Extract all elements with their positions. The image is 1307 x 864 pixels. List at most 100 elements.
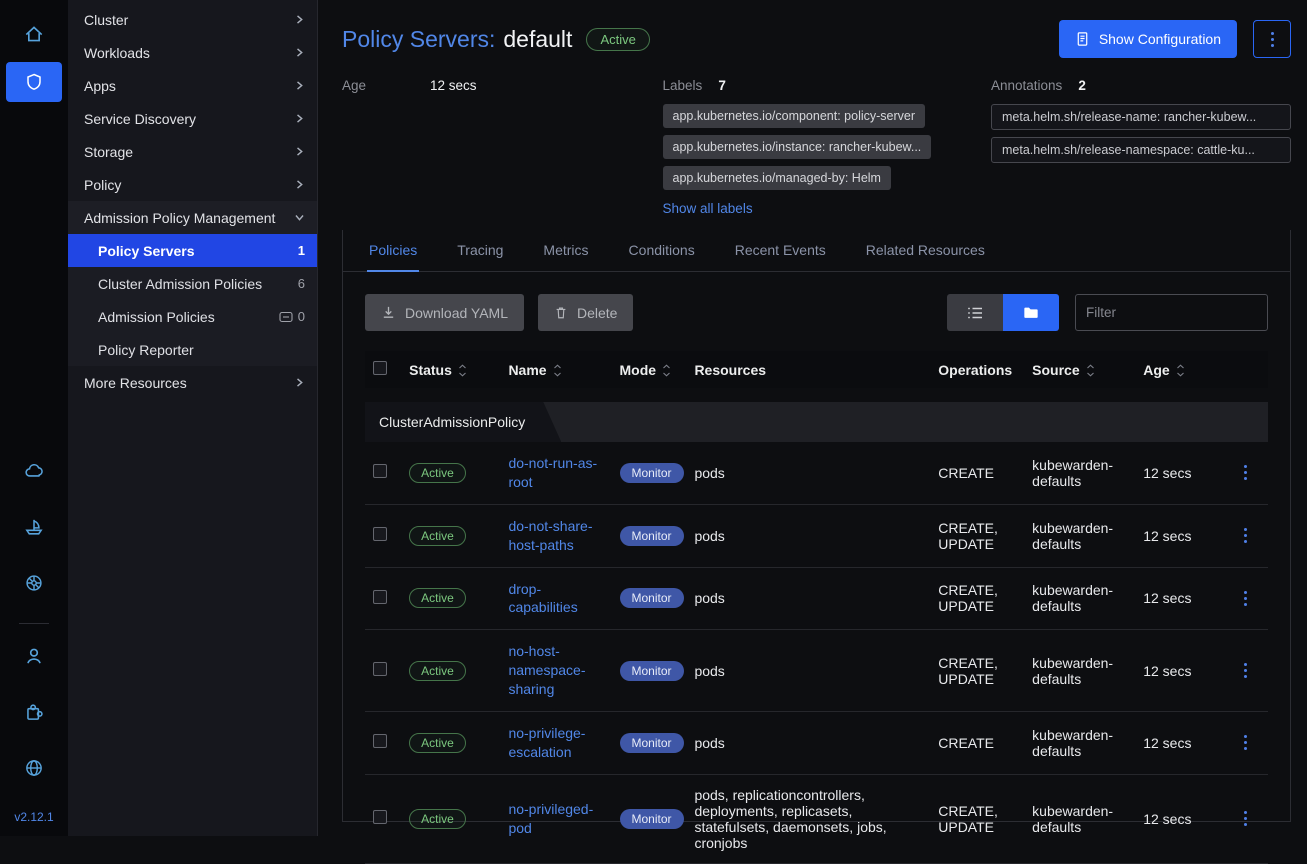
- policy-name-link[interactable]: no-host-namespace-sharing: [508, 643, 585, 697]
- sidebar-item-service-discovery[interactable]: Service Discovery: [68, 102, 317, 135]
- source-cell: kubewarden-defaults: [1024, 567, 1135, 630]
- show-all-labels-link[interactable]: Show all labels: [663, 201, 753, 216]
- sidebar-item-cluster-admission-policies[interactable]: Cluster Admission Policies 6: [68, 267, 317, 300]
- chevron-down-icon: [294, 212, 305, 223]
- label-chip: app.kubernetes.io/instance: rancher-kube…: [663, 135, 932, 159]
- sort-icon: [458, 364, 467, 377]
- trash-icon: [554, 305, 568, 320]
- tab-tracing[interactable]: Tracing: [455, 230, 505, 272]
- sort-icon: [1086, 364, 1095, 377]
- row-checkbox[interactable]: [373, 527, 387, 541]
- row-checkbox[interactable]: [373, 464, 387, 478]
- sidebar-item-workloads[interactable]: Workloads: [68, 36, 317, 69]
- tab-policies[interactable]: Policies: [367, 230, 419, 272]
- policy-name-link[interactable]: drop-capabilities: [508, 581, 577, 616]
- count-badge: 1: [298, 243, 305, 258]
- group-tab-label: ClusterAdmissionPolicy: [365, 402, 561, 442]
- delete-button[interactable]: Delete: [538, 294, 633, 331]
- source-cell: kubewarden-defaults: [1024, 504, 1135, 567]
- wheel-icon: [23, 572, 45, 594]
- policy-name-link[interactable]: no-privilege-escalation: [508, 725, 585, 760]
- tab-related-resources[interactable]: Related Resources: [864, 230, 987, 272]
- sidebar-item-storage[interactable]: Storage: [68, 135, 317, 168]
- column-header-name[interactable]: Name: [500, 351, 611, 388]
- ship-button[interactable]: [12, 507, 56, 547]
- row-actions-button[interactable]: [1231, 465, 1260, 480]
- sidebar-item-label: Storage: [84, 144, 133, 160]
- label-chip: app.kubernetes.io/managed-by: Helm: [663, 166, 891, 190]
- column-header-age[interactable]: Age: [1135, 351, 1223, 388]
- cloud-button[interactable]: [12, 451, 56, 491]
- policy-name-link[interactable]: do-not-share-host-paths: [508, 518, 592, 553]
- count-badge: 0: [298, 309, 305, 324]
- label-chip: app.kubernetes.io/component: policy-serv…: [663, 104, 926, 128]
- column-header-status[interactable]: Status: [401, 351, 500, 388]
- mode-badge: Monitor: [620, 733, 684, 753]
- show-configuration-button[interactable]: Show Configuration: [1059, 20, 1237, 58]
- status-badge: Active: [409, 809, 466, 829]
- policy-name-link[interactable]: no-privileged-pod: [508, 801, 593, 836]
- row-actions-button[interactable]: [1231, 735, 1260, 750]
- operations-cell: CREATE: [930, 442, 1024, 504]
- sidebar-item-policy-servers[interactable]: Policy Servers 1: [68, 234, 317, 267]
- sidebar-item-admission-policies[interactable]: Admission Policies 0: [68, 300, 317, 333]
- operations-cell: CREATE, UPDATE: [930, 630, 1024, 712]
- sidebar-item-policy-reporter[interactable]: Policy Reporter: [68, 333, 317, 366]
- row-checkbox[interactable]: [373, 662, 387, 676]
- sidebar-item-apps[interactable]: Apps: [68, 69, 317, 102]
- globe-button[interactable]: [12, 748, 56, 788]
- sidebar-item-cluster[interactable]: Cluster: [68, 3, 317, 36]
- sidebar-item-label: More Resources: [84, 375, 187, 391]
- kebab-icon: [1244, 528, 1247, 543]
- status-badge: Active: [409, 661, 466, 681]
- source-cell: kubewarden-defaults: [1024, 630, 1135, 712]
- header-actions-menu-button[interactable]: [1253, 20, 1291, 58]
- age-cell: 12 secs: [1135, 774, 1223, 863]
- row-checkbox[interactable]: [373, 810, 387, 824]
- resources-cell: pods: [686, 504, 930, 567]
- row-checkbox[interactable]: [373, 590, 387, 604]
- policy-name-link[interactable]: do-not-run-as-root: [508, 455, 597, 490]
- table-toolbar: Download YAML Delete: [365, 294, 1268, 331]
- download-yaml-button[interactable]: Download YAML: [365, 294, 524, 331]
- delete-label: Delete: [577, 305, 617, 321]
- row-checkbox[interactable]: [373, 734, 387, 748]
- filter-input[interactable]: [1075, 294, 1268, 331]
- user-button[interactable]: [12, 636, 56, 676]
- wheel-button[interactable]: [12, 563, 56, 603]
- home-button[interactable]: [12, 14, 56, 54]
- list-view-button[interactable]: [947, 294, 1003, 331]
- row-actions-button[interactable]: [1231, 663, 1260, 678]
- folder-view-icon: [1023, 306, 1039, 320]
- grouped-view-button[interactable]: [1003, 294, 1059, 331]
- age-value: 12 secs: [430, 78, 477, 93]
- dash-box-icon: [279, 311, 293, 323]
- tab-card: Policies Tracing Metrics Conditions Rece…: [342, 230, 1291, 822]
- row-actions-button[interactable]: [1231, 528, 1260, 543]
- version-label: v2.12.1: [14, 810, 53, 824]
- tab-metrics[interactable]: Metrics: [541, 230, 590, 272]
- tab-recent-events[interactable]: Recent Events: [733, 230, 828, 272]
- sidebar-item-policy[interactable]: Policy: [68, 168, 317, 201]
- document-icon: [1075, 31, 1090, 47]
- age-cell: 12 secs: [1135, 712, 1223, 775]
- show-configuration-label: Show Configuration: [1099, 31, 1221, 47]
- tab-conditions[interactable]: Conditions: [627, 230, 697, 272]
- column-header-mode[interactable]: Mode: [612, 351, 687, 388]
- sidebar-item-more-resources[interactable]: More Resources: [68, 366, 317, 399]
- row-actions-button[interactable]: [1231, 811, 1260, 826]
- column-header-source[interactable]: Source: [1024, 351, 1135, 388]
- sidebar-item-admission-policy-management[interactable]: Admission Policy Management: [68, 201, 317, 234]
- table-header-row: Status Name Mode Resources Operations So…: [365, 351, 1268, 388]
- ship-icon: [23, 516, 45, 538]
- source-cell: kubewarden-defaults: [1024, 712, 1135, 775]
- kubewarden-nav-button[interactable]: [6, 62, 62, 102]
- row-actions-button[interactable]: [1231, 591, 1260, 606]
- page-title-type: Policy Servers:: [342, 26, 495, 53]
- age-cell: 12 secs: [1135, 504, 1223, 567]
- status-badge: Active: [409, 463, 466, 483]
- select-all-checkbox[interactable]: [373, 361, 387, 375]
- operations-cell: CREATE: [930, 712, 1024, 775]
- extensions-button[interactable]: [12, 692, 56, 732]
- mode-badge: Monitor: [620, 588, 684, 608]
